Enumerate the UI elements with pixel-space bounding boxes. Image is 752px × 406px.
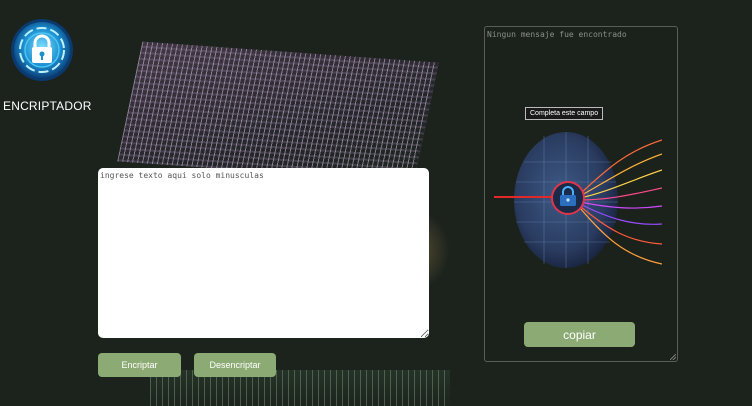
brand-title: ENCRIPTADOR	[3, 99, 92, 113]
message-input[interactable]	[98, 168, 429, 338]
cyber-lock-globe-icon	[494, 132, 663, 272]
background-laptop-image	[117, 41, 439, 183]
validation-tooltip: Completa este campo	[525, 107, 604, 120]
decrypt-button[interactable]: Desencriptar	[194, 353, 276, 377]
padlock-shield-icon	[10, 14, 74, 86]
page: ENCRIPTADOR Encriptar Desencriptar Compl…	[0, 0, 752, 406]
resize-handle[interactable]	[670, 354, 676, 360]
copy-button[interactable]: copiar	[524, 322, 635, 347]
encrypt-button[interactable]: Encriptar	[98, 353, 181, 377]
